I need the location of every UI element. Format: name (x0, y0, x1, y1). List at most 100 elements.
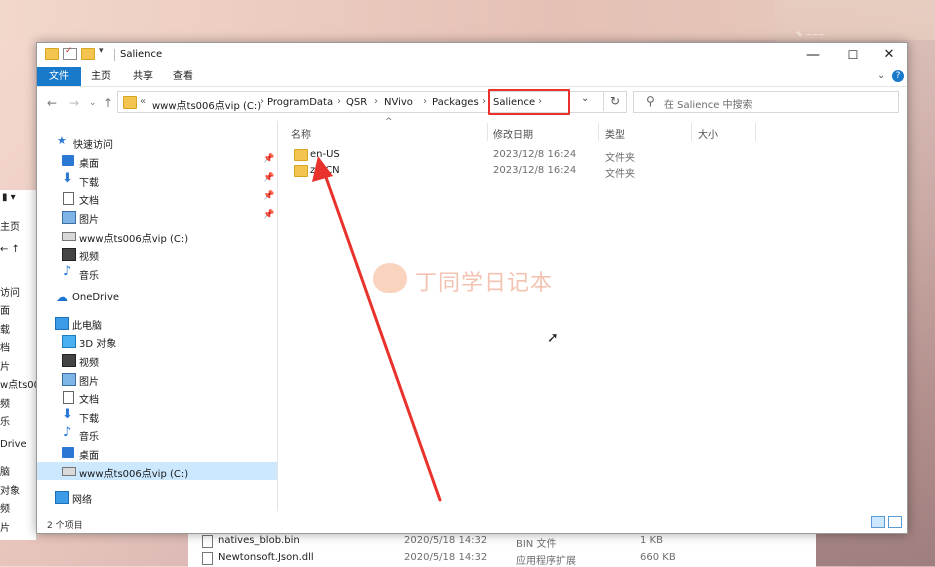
tab-home[interactable]: 主页 (83, 67, 119, 86)
chevron-right-icon[interactable]: › (423, 96, 427, 107)
expand-ribbon-icon[interactable]: ⌄ (877, 70, 885, 81)
file-row[interactable]: zh-CN 2023/12/8 16:24 文件夹 (285, 163, 905, 180)
column-headers: ^ 名称 修改日期 类型 大小 (285, 117, 905, 143)
nav-item-3d-objects[interactable]: 3D 对象 (37, 332, 277, 350)
maximize-button[interactable]: ☐ (833, 43, 873, 67)
nav-item-music[interactable]: ♪ 音乐 (37, 264, 277, 282)
forward-icon[interactable]: → (69, 96, 79, 110)
column-divider[interactable] (487, 123, 488, 141)
nav-label: 桌面 (79, 159, 99, 170)
nav-item-onedrive[interactable]: ☁ OneDrive (37, 289, 277, 307)
download-icon: ⬇ (62, 407, 73, 422)
breadcrumb-drive[interactable]: www点ts006点vip (C:) (152, 97, 261, 112)
breadcrumb-qsr[interactable]: QSR (346, 97, 367, 108)
column-divider[interactable] (691, 123, 692, 141)
pin-icon: 📌 (263, 154, 275, 164)
nav-item-desktop[interactable]: 桌面 📌 (37, 152, 277, 170)
bg-label: 脑 (0, 467, 10, 478)
folder-icon (123, 96, 137, 109)
chevron-right-icon[interactable]: › (337, 96, 341, 107)
nav-item-downloads[interactable]: ⬇ 下载 (37, 407, 277, 425)
bg-file-date: 2020/5/18 14:32 (404, 552, 488, 563)
ribbon-tabs: 文件 主页 共享 查看 ⌄ ? (37, 67, 907, 87)
chevron-right-icon[interactable]: › (260, 96, 264, 107)
bg-nav-arrows: ← ↑ (0, 244, 20, 255)
breadcrumb-programdata[interactable]: ProgramData (267, 97, 333, 108)
watermark: 丁同学日记本 (373, 263, 583, 296)
nav-item-pictures[interactable]: 图片 (37, 370, 277, 388)
chevron-right-icon[interactable]: › (374, 96, 378, 107)
minimize-button[interactable]: — (793, 43, 833, 67)
bg-file-size: 1 KB (640, 535, 663, 546)
column-type[interactable]: 类型 (605, 126, 625, 141)
breadcrumb-overflow[interactable]: « (140, 96, 146, 107)
nav-item-network[interactable]: 网络 (37, 488, 277, 506)
bg-label: 主页 (0, 222, 20, 233)
nav-item-desktop[interactable]: 桌面 (37, 444, 277, 462)
computer-icon (55, 317, 69, 330)
large-icons-view-icon[interactable] (888, 516, 902, 528)
file-date: 2023/12/8 16:24 (493, 149, 577, 160)
search-input[interactable]: ⚲ 在 Salience 中搜索 (633, 91, 899, 113)
nav-item-downloads[interactable]: ⬇ 下载 📌 (37, 171, 277, 189)
document-icon (63, 192, 74, 205)
bg-label: Drive (0, 439, 27, 450)
help-icon[interactable]: ? (892, 70, 904, 82)
back-icon[interactable]: ← (47, 96, 57, 110)
nav-item-documents[interactable]: 文档 📌 (37, 189, 277, 207)
close-button[interactable]: ✕ (869, 43, 909, 67)
column-divider[interactable] (755, 123, 756, 141)
quick-access-dropdown-icon[interactable]: ▾ (99, 46, 111, 56)
nav-item-videos[interactable]: 视频 (37, 245, 277, 263)
column-divider[interactable] (598, 123, 599, 141)
nav-item-drive-c[interactable]: www点ts006点vip (C:) (37, 227, 277, 245)
picture-icon (62, 211, 76, 224)
nav-item-videos[interactable]: 视频 (37, 351, 277, 369)
chevron-right-icon[interactable]: › (482, 96, 486, 107)
divider (114, 49, 115, 61)
nav-item-pictures[interactable]: 图片 📌 (37, 208, 277, 226)
details-view-icon[interactable] (871, 516, 885, 528)
network-icon (55, 491, 69, 504)
tab-view[interactable]: 查看 (165, 67, 201, 86)
column-date[interactable]: 修改日期 (493, 126, 533, 141)
nav-item-this-pc[interactable]: 此电脑 (37, 314, 277, 332)
video-icon (62, 354, 76, 367)
new-folder-icon[interactable] (81, 48, 95, 60)
address-dropdown-icon[interactable]: ⌄ (581, 93, 589, 104)
bg-file-row[interactable]: natives_blob.bin 2020/5/18 14:32 BIN 文件 … (188, 533, 816, 550)
bg-file-row[interactable]: Newtonsoft.Json.dll 2020/5/18 14:32 应用程序… (188, 550, 816, 567)
breadcrumb-packages[interactable]: Packages (432, 97, 479, 108)
nav-label: www点ts006点vip (C:) (79, 234, 189, 245)
properties-icon[interactable] (63, 46, 77, 60)
pin-icon: 📌 (263, 191, 275, 201)
nav-label: 音乐 (79, 432, 99, 443)
address-bar-row: ← → ⌄ ↑ « www点ts006点vip (C:) › ProgramDa… (37, 88, 907, 118)
pane-divider[interactable] (277, 121, 278, 511)
bg-label: 乐 (0, 417, 10, 428)
tab-share[interactable]: 共享 (125, 67, 161, 86)
refresh-icon[interactable]: ↻ (603, 91, 626, 111)
column-size[interactable]: 大小 (698, 126, 718, 141)
star-icon: ★ (57, 134, 67, 147)
nav-label: 视频 (79, 252, 99, 263)
bg-label: 频 (0, 504, 10, 515)
title-bar[interactable]: ▾ Salience — ☐ ✕ (37, 43, 907, 67)
tab-file[interactable]: 文件 (37, 67, 81, 86)
recent-locations-icon[interactable]: ⌄ (89, 98, 97, 108)
nav-label: 下载 (79, 178, 99, 189)
breadcrumb-nvivo[interactable]: NVivo (384, 97, 413, 108)
file-row[interactable]: en-US 2023/12/8 16:24 文件夹 (285, 147, 905, 164)
window-title: Salience (120, 49, 163, 60)
nav-item-documents[interactable]: 文档 (37, 388, 277, 406)
nav-item-drive-c-selected[interactable]: www点ts006点vip (C:) (37, 462, 277, 480)
picture-icon (62, 373, 76, 386)
nav-item-quick-access[interactable]: ★ 快速访问 (37, 133, 277, 151)
sort-ascending-icon: ^ (385, 117, 393, 127)
column-name[interactable]: 名称 (291, 126, 311, 141)
nav-item-music[interactable]: ♪ 音乐 (37, 425, 277, 443)
up-icon[interactable]: ↑ (103, 96, 113, 110)
bg-label: 片 (0, 523, 10, 534)
file-type: 文件夹 (605, 169, 635, 180)
pin-icon: 📌 (263, 173, 275, 183)
